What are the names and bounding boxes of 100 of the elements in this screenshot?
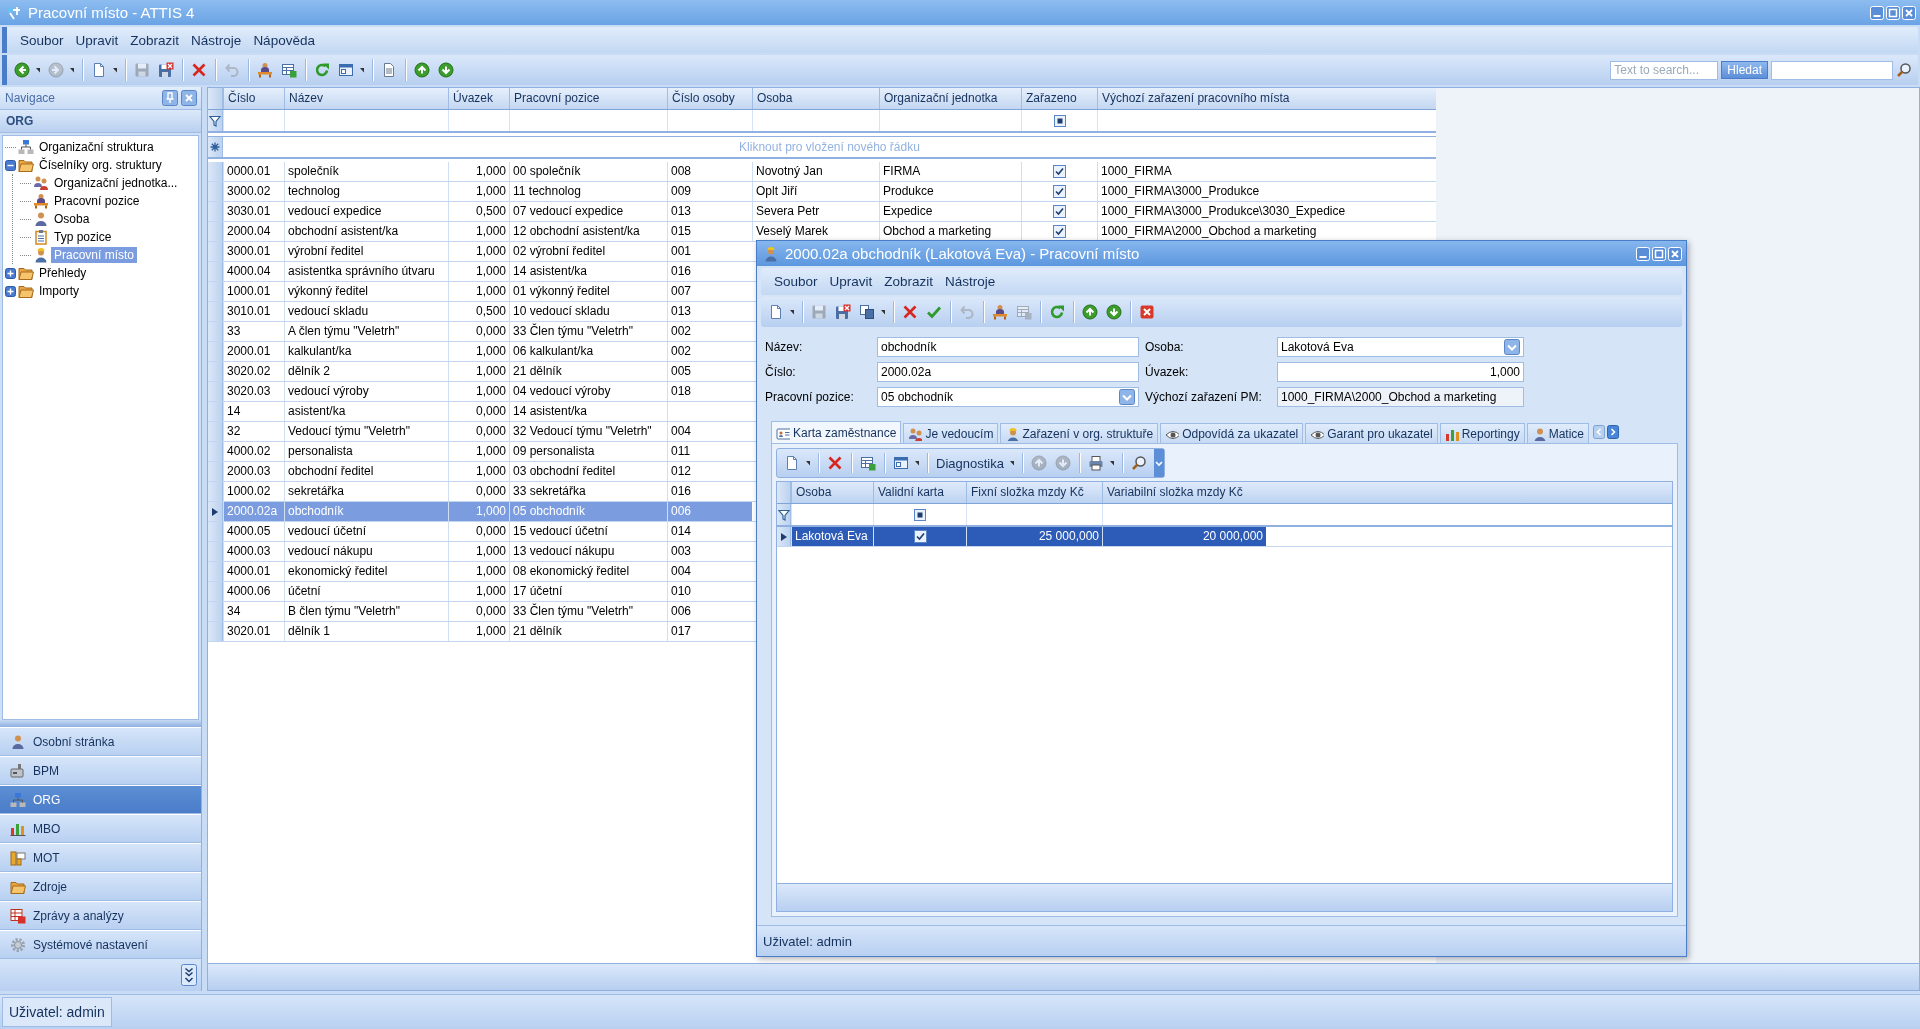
table-cell: asistent/ka <box>284 402 448 421</box>
table-cell: obchodník <box>284 502 448 521</box>
table-cell: 1,000 <box>448 242 509 261</box>
table-cell: 4000.02 <box>223 442 284 461</box>
table-cell: personalista <box>284 442 448 461</box>
table-cell: 4000.01 <box>223 562 284 581</box>
field-label: Osoba: <box>1145 340 1185 354</box>
field-label: Pracovní pozice: <box>765 390 855 404</box>
table-cell: 08 ekonomický ředitel <box>509 562 667 581</box>
table-cell: 1,000 <box>448 442 509 461</box>
table-cell: účetní <box>284 582 448 601</box>
table-cell: 0,000 <box>448 422 509 441</box>
table-cell: 1,000 <box>448 622 509 641</box>
table-cell: vedoucí nákupu <box>284 542 448 561</box>
table-cell: 1,000 <box>448 282 509 301</box>
table-cell: 006 <box>667 502 752 521</box>
table-cell: Severa Petr <box>752 202 879 221</box>
table-cell: 14 asistent/ka <box>509 402 667 421</box>
table-cell: 4000.06 <box>223 582 284 601</box>
table-cell: ekonomický ředitel <box>284 562 448 581</box>
table-cell: 1,000 <box>448 162 509 181</box>
table-cell: kalkulant/ka <box>284 342 448 361</box>
table-cell: 0,500 <box>448 302 509 321</box>
field-label: Úvazek: <box>1145 365 1190 379</box>
table-cell: 1,000 <box>448 502 509 521</box>
table-cell: 3020.02 <box>223 362 284 381</box>
table-cell: 21 dělník <box>509 362 667 381</box>
table-cell: 009 <box>667 182 752 201</box>
table-cell: 2000.01 <box>223 342 284 361</box>
table-cell: Oplt Jiří <box>752 182 879 201</box>
table-cell: 11 technolog <box>509 182 667 201</box>
table-cell: 01 výkonný ředitel <box>509 282 667 301</box>
table-cell: 0,000 <box>448 322 509 341</box>
field-label: Číslo: <box>765 365 797 379</box>
table-cell: 2000.02a <box>223 502 284 521</box>
table-cell: obchodní ředitel <box>284 462 448 481</box>
table-cell: výkonný ředitel <box>284 282 448 301</box>
table-cell: 00 společník <box>509 162 667 181</box>
table-cell: 0,000 <box>448 482 509 501</box>
panel-title: Navigace <box>5 91 57 105</box>
table-cell: 1,000 <box>448 222 509 241</box>
table-cell: 4000.05 <box>223 522 284 541</box>
table-cell: Lakotová Eva <box>791 527 873 546</box>
table-cell: 0,000 <box>448 602 509 621</box>
table-cell: 06 kalkulant/ka <box>509 342 667 361</box>
table-cell: technolog <box>284 182 448 201</box>
table-cell: 10 vedoucí skladu <box>509 302 667 321</box>
table-cell: 3000.02 <box>223 182 284 201</box>
table-cell: 1000.02 <box>223 482 284 501</box>
table-cell: 1000_FIRMA <box>1097 162 1436 181</box>
table-cell: asistentka správního útvaru <box>284 262 448 281</box>
table-cell: 2000.03 <box>223 462 284 481</box>
table-cell: 1,000 <box>448 262 509 281</box>
status-text: Uživatel: admin <box>2 997 112 1027</box>
table-cell: vedoucí výroby <box>284 382 448 401</box>
table-cell: 0,000 <box>448 402 509 421</box>
table-cell: 15 vedoucí účetní <box>509 522 667 541</box>
table-cell: 13 vedoucí nákupu <box>509 542 667 561</box>
table-cell: 33 <box>223 322 284 341</box>
table-cell: 1000_FIRMA\3000_Produkce\3030_Expedice <box>1097 202 1436 221</box>
input-field: 1000_FIRMA\2000_Obchod a marketing <box>1277 387 1524 407</box>
table-cell: 3000.01 <box>223 242 284 261</box>
table-cell: 0,500 <box>448 202 509 221</box>
table-cell: 34 <box>223 602 284 621</box>
table-cell: 25 000,000 <box>966 527 1102 546</box>
table-cell: 1,000 <box>448 542 509 561</box>
status-text: Uživatel: admin <box>763 933 852 949</box>
table-cell: A člen týmu "Veletrh" <box>284 322 448 341</box>
table-cell: vedoucí skladu <box>284 302 448 321</box>
table-cell: 14 asistent/ka <box>509 262 667 281</box>
field-label: Název: <box>765 340 804 354</box>
table-cell: 05 obchodník <box>509 502 667 521</box>
table-cell: FIRMA <box>879 162 1021 181</box>
table-cell: 1,000 <box>448 382 509 401</box>
window-title: Pracovní místo - ATTIS 4 <box>28 4 196 21</box>
table-cell: 33 Člen týmu "Veletrh" <box>509 602 667 621</box>
table-cell: B člen týmu "Veletrh" <box>284 602 448 621</box>
table-cell: 015 <box>667 222 752 241</box>
table-cell: Novotný Jan <box>752 162 879 181</box>
table-cell: 32 <box>223 422 284 441</box>
table-cell: výrobní ředitel <box>284 242 448 261</box>
table-cell: 1,000 <box>448 582 509 601</box>
table-cell: 4000.03 <box>223 542 284 561</box>
table-cell: vedoucí účetní <box>284 522 448 541</box>
table-cell: 3030.01 <box>223 202 284 221</box>
table-cell: obchodní asistent/ka <box>284 222 448 241</box>
table-cell: 17 účetní <box>509 582 667 601</box>
table-cell: 07 vedoucí expedice <box>509 202 667 221</box>
table-cell: Expedice <box>879 202 1021 221</box>
table-cell: vedoucí expedice <box>284 202 448 221</box>
table-cell: dělník 2 <box>284 362 448 381</box>
table-cell: 1,000 <box>448 562 509 581</box>
table-cell: 33 sekretářka <box>509 482 667 501</box>
table-cell: 04 vedoucí výroby <box>509 382 667 401</box>
table-cell: 1000_FIRMA\3000_Produkce <box>1097 182 1436 201</box>
table-cell: 008 <box>667 162 752 181</box>
table-cell: 0000.01 <box>223 162 284 181</box>
table-cell: společník <box>284 162 448 181</box>
table-cell: sekretářka <box>284 482 448 501</box>
table-cell: 0,000 <box>448 522 509 541</box>
